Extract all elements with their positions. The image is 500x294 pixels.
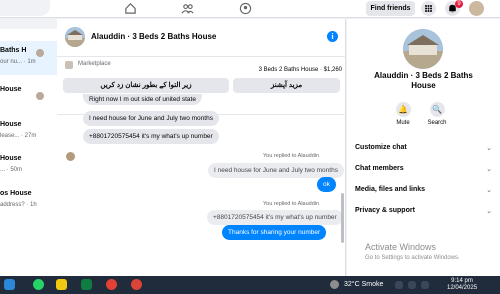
incoming-message[interactable]: +8801720575454 it's my what's up number (83, 129, 219, 144)
details-title-line: Alauddin · 3 Beds 2 Baths (374, 71, 473, 80)
search-label: Search (427, 120, 447, 126)
weather-icon[interactable] (330, 280, 339, 289)
windows-taskbar: 32°C Smoke 9:14 pm 12/04/2025 (0, 276, 500, 294)
weather-text[interactable]: 32°C Smoke (344, 281, 383, 288)
wifi-icon[interactable] (408, 281, 416, 289)
chrome-icon[interactable] (106, 279, 117, 290)
chat-list-preview: lease... · 27m (0, 133, 37, 139)
media-files-links-item[interactable]: Media, files and links (355, 186, 425, 193)
listing-thumbnail (36, 92, 44, 100)
clock-date: 12/04/2025 (447, 285, 478, 291)
whatsapp-icon[interactable] (33, 279, 44, 290)
reply-indicator: You replied to Alauddin (263, 153, 320, 159)
chat-list-preview: our nu... · 1m (0, 59, 36, 65)
privacy-support-item[interactable]: Privacy & support (355, 207, 415, 214)
chat-list-item[interactable]: House ... · 50m (0, 149, 57, 183)
incoming-message[interactable]: Right now I m out side of united state (83, 94, 202, 105)
chrome-profile-icon[interactable] (131, 279, 142, 290)
find-friends-button[interactable]: Find friends (366, 1, 415, 16)
search-conversation-button[interactable]: 🔍 Search (425, 102, 449, 126)
chat-list-preview: address? · 1h (0, 202, 37, 208)
outgoing-message[interactable]: ok (317, 177, 336, 192)
chat-list-item[interactable]: Baths H our nu... · 1m (0, 41, 57, 75)
chat-list-item[interactable]: House lease... · 27m (0, 115, 57, 149)
start-icon[interactable] (4, 279, 15, 290)
chat-members-item[interactable]: Chat members (355, 165, 404, 172)
chat-list: Baths H our nu... · 1m House House lease… (0, 29, 57, 276)
house-photo (403, 29, 443, 69)
file-explorer-icon[interactable] (56, 279, 67, 290)
conversation-scrollbar[interactable] (341, 193, 344, 243)
marketplace-label: Marketplace (78, 61, 111, 67)
incoming-message[interactable]: I need house for June and July two month… (83, 111, 219, 126)
profile-avatar[interactable] (469, 1, 484, 16)
quoted-message[interactable]: +8801720575454 it's my what's up number (207, 210, 343, 225)
system-clock[interactable]: 9:14 pm 12/04/2025 (447, 278, 477, 292)
notification-badge: 9 (455, 0, 463, 8)
mute-label: Mute (396, 120, 410, 126)
conversation-details-panel: Alauddin · 3 Beds 2 Baths House 🔔 Mute 🔍… (347, 19, 500, 276)
tray-icon[interactable] (395, 281, 403, 289)
chat-list-name: os House (0, 190, 32, 197)
chat-list-preview: ... · 50m (0, 167, 23, 173)
menu-grid-button[interactable] (421, 1, 436, 16)
chevron-down-icon: ⌄ (486, 145, 492, 152)
chat-list-item[interactable]: House (0, 80, 57, 114)
house-photo (65, 27, 85, 47)
activate-windows-subtitle: Go to Settings to activate Windows. (365, 255, 460, 261)
chat-list-name: House (0, 86, 22, 93)
conversation-header: Alauddin · 3 Beds 2 Baths House i (57, 19, 346, 57)
listing-avatar[interactable] (65, 27, 85, 47)
volume-icon[interactable] (421, 281, 429, 289)
info-icon[interactable]: i (327, 31, 338, 42)
marketplace-banner: Marketplace 3 Beds 2 Baths House · $1,26… (57, 57, 346, 115)
listing-thumbnail (36, 49, 44, 57)
search-icon: 🔍 (429, 102, 445, 117)
mute-button[interactable]: 🔔 Mute (391, 102, 415, 126)
excel-icon[interactable] (81, 279, 92, 290)
outgoing-message[interactable]: Thanks for sharing your number (222, 225, 327, 240)
chevron-down-icon: ⌄ (486, 208, 492, 215)
conversation-title[interactable]: Alauddin · 3 Beds 2 Baths House (91, 32, 216, 41)
chat-list-name: House (0, 155, 22, 162)
mark-pending-button[interactable]: زیر التوا کے بطور نشان زد کریں (63, 78, 229, 93)
chevron-down-icon: ⌄ (486, 187, 492, 194)
details-title-line: House (411, 81, 436, 90)
top-navigation-bar: Find friends 9 (0, 0, 500, 18)
chat-list-name: Baths H (0, 47, 27, 54)
search-box[interactable] (0, 0, 50, 16)
chat-list-name: House (0, 121, 22, 128)
grid-icon (425, 5, 432, 12)
sender-avatar (66, 152, 75, 161)
listing-thumbnail (65, 61, 73, 69)
clock-time: 9:14 pm (451, 278, 473, 284)
chevron-down-icon: ⌄ (486, 166, 492, 173)
details-title: Alauddin · 3 Beds 2 Baths House (347, 71, 500, 91)
chat-list-item[interactable]: os House address? · 1h (0, 184, 57, 218)
activate-windows-title: Activate Windows (365, 242, 437, 252)
groups-icon[interactable] (239, 2, 252, 15)
friends-icon[interactable] (181, 2, 194, 15)
more-options-button[interactable]: مزید آپشنز (233, 78, 340, 93)
quoted-message[interactable]: I need house for June and July two month… (208, 163, 344, 178)
reply-indicator: You replied to Alauddin (263, 201, 320, 207)
conversation-panel: Alauddin · 3 Beds 2 Baths House i Market… (57, 19, 384, 289)
listing-large-avatar (403, 29, 443, 69)
listing-title-price[interactable]: 3 Beds 2 Baths House · $1,260 (259, 67, 342, 73)
bell-icon: 🔔 (395, 102, 411, 117)
home-icon[interactable] (124, 2, 137, 15)
customize-chat-item[interactable]: Customize chat (355, 144, 407, 151)
